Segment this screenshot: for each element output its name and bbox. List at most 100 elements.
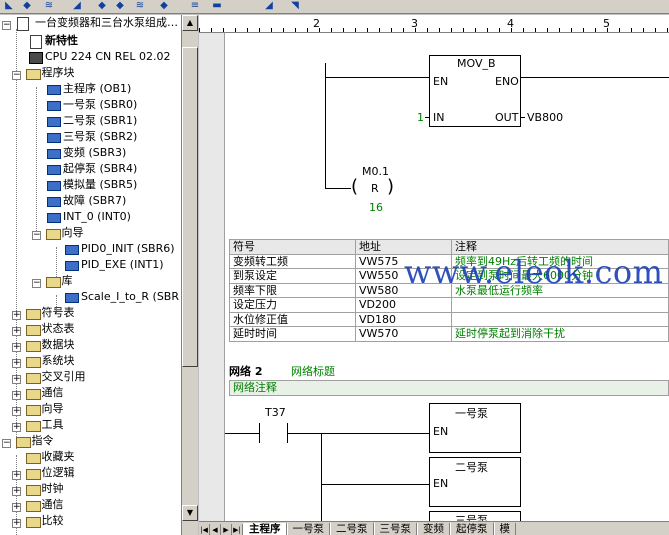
- collapse-icon[interactable]: −: [32, 231, 41, 240]
- network-comment[interactable]: 网络注释: [229, 380, 669, 396]
- toolbar-icon-9[interactable]: ≡: [188, 0, 202, 12]
- ruler-tick: [235, 28, 236, 32]
- in-value[interactable]: 1: [417, 111, 424, 124]
- block-icon: [46, 83, 61, 95]
- tab-main[interactable]: 主程序: [243, 523, 287, 535]
- toolbar-icon-11[interactable]: ◢: [262, 0, 276, 12]
- tab-bar[interactable]: |◀ ◀ ▶ ▶| 主程序 一号泵 二号泵 三号泵 变频 起停泵模: [199, 521, 669, 535]
- collapse-icon[interactable]: −: [2, 439, 11, 448]
- tree-item-inverter[interactable]: 变频 (SBR3): [46, 145, 126, 161]
- tree-item-pump3[interactable]: 三号泵 (SBR2): [46, 129, 137, 145]
- expand-icon[interactable]: +: [12, 407, 21, 416]
- tree-item-symbols[interactable]: + 符号表: [12, 305, 75, 321]
- tree-item-wizard[interactable]: − 向导: [32, 225, 84, 241]
- contact-t37[interactable]: T37: [265, 406, 286, 419]
- scroll-up-icon[interactable]: ▲: [182, 15, 198, 31]
- tab-pump3[interactable]: 三号泵: [373, 523, 417, 535]
- expand-icon[interactable]: +: [12, 487, 21, 496]
- toolbar-icon-7[interactable]: ≋: [133, 0, 147, 12]
- block-icon: [46, 147, 61, 159]
- project-tree[interactable]: − 一台变频器和三台水泵组成… 新特性 CPU 224 CN REL 02.02…: [0, 15, 182, 535]
- toolbar-icon-10[interactable]: ▬: [210, 0, 224, 12]
- coil-address[interactable]: M0.1: [362, 165, 389, 178]
- tree-item-crossref[interactable]: + 交叉引用: [12, 369, 86, 385]
- watermark: www.eleok.com: [404, 253, 664, 291]
- network-2-title[interactable]: 网络标题: [291, 363, 335, 379]
- tree-item-scale[interactable]: Scale_I_to_R (SBR: [64, 289, 179, 305]
- expand-icon[interactable]: +: [12, 391, 21, 400]
- collapse-icon[interactable]: −: [12, 71, 21, 80]
- toolbar-icon-4[interactable]: ◢: [70, 0, 84, 12]
- tree-item-int0[interactable]: INT_0 (INT0): [46, 209, 131, 225]
- tree-item-status[interactable]: + 状态表: [12, 321, 75, 337]
- collapse-icon[interactable]: −: [2, 21, 11, 30]
- tree-item-analog[interactable]: 模拟量 (SBR5): [46, 177, 137, 193]
- tab-analog[interactable]: 模: [493, 523, 516, 535]
- collapse-icon[interactable]: −: [32, 279, 41, 288]
- expand-icon[interactable]: +: [12, 359, 21, 368]
- toolbar-icon-6[interactable]: ◆: [113, 0, 127, 12]
- tree-item-datablock[interactable]: + 数据块: [12, 337, 75, 353]
- expand-icon[interactable]: +: [12, 503, 21, 512]
- tree-item-pid-exe[interactable]: PID_EXE (INT1): [64, 257, 164, 273]
- toolbar-icon-3[interactable]: ≋: [42, 0, 56, 12]
- ruler-tick: [199, 28, 200, 32]
- project-icon: [15, 17, 30, 31]
- left-power-rail: [199, 33, 225, 523]
- tab-inverter[interactable]: 变频: [417, 523, 450, 535]
- block-icon: [46, 99, 61, 111]
- tree-item-clock[interactable]: + 时钟: [12, 481, 64, 497]
- tree-item-program-block[interactable]: − 程序块: [12, 65, 75, 81]
- tree-item-pump1[interactable]: 一号泵 (SBR0): [46, 97, 137, 113]
- tree-scrollbar[interactable]: ▲ ▼: [182, 15, 198, 535]
- tree-item-systemblock[interactable]: + 系统块: [12, 353, 75, 369]
- tab-next-icon[interactable]: ▶: [221, 524, 232, 535]
- expand-icon[interactable]: +: [12, 311, 21, 320]
- tree-item-library[interactable]: − 库: [32, 273, 73, 289]
- tree-item-main[interactable]: 主程序 (OB1): [46, 81, 131, 97]
- toolbar-icon-8[interactable]: ◆: [157, 0, 171, 12]
- toolbar-icon-12[interactable]: ◥: [288, 0, 302, 12]
- ruler-tick: [331, 28, 332, 32]
- tree-item-fault[interactable]: 故障 (SBR7): [46, 193, 126, 209]
- out-value[interactable]: VB800: [527, 111, 563, 124]
- expand-icon[interactable]: +: [12, 471, 21, 480]
- tab-startstop[interactable]: 起停泵: [450, 523, 494, 535]
- toolbar-icon-5[interactable]: ◆: [95, 0, 109, 12]
- scroll-thumb[interactable]: [182, 47, 198, 367]
- expand-icon[interactable]: +: [12, 343, 21, 352]
- toolbar-icon-2[interactable]: ◆: [20, 0, 34, 12]
- expand-icon[interactable]: +: [12, 423, 21, 432]
- coil-count[interactable]: 16: [369, 201, 383, 214]
- tree-item-compare[interactable]: + 比较: [12, 513, 64, 529]
- tree-item-comm2[interactable]: + 通信: [12, 497, 64, 513]
- tree-item-instructions[interactable]: − 指令: [2, 433, 54, 449]
- tab-pump1[interactable]: 一号泵: [286, 523, 330, 535]
- tree-item-bitlogic[interactable]: + 位逻辑: [12, 465, 75, 481]
- tree-item-cpu[interactable]: CPU 224 CN REL 02.02: [28, 49, 170, 65]
- tree-item-tools[interactable]: + 工具: [12, 417, 64, 433]
- tree-item-pid-init[interactable]: PID0_INIT (SBR6): [64, 241, 175, 257]
- tab-first-icon[interactable]: |◀: [199, 524, 210, 535]
- col-header-symbol: 符号: [229, 239, 356, 255]
- tab-last-icon[interactable]: ▶|: [232, 524, 243, 535]
- tree-item-comm[interactable]: + 通信: [12, 385, 64, 401]
- tree-item-startstop[interactable]: 起停泵 (SBR4): [46, 161, 137, 177]
- toolbar-icon-1[interactable]: ◣: [2, 0, 16, 12]
- tab-pump2[interactable]: 二号泵: [330, 523, 374, 535]
- scroll-down-icon[interactable]: ▼: [182, 505, 198, 521]
- expand-icon[interactable]: +: [12, 519, 21, 528]
- tab-prev-icon[interactable]: ◀: [210, 524, 221, 535]
- tree-item-favorites[interactable]: 收藏夹: [12, 449, 75, 465]
- tree-item-pump2[interactable]: 二号泵 (SBR1): [46, 113, 137, 129]
- tree-item-new-features[interactable]: 新特性: [28, 33, 78, 49]
- ruler: 2 3 4 5: [199, 15, 669, 33]
- tree-root[interactable]: − 一台变频器和三台水泵组成…: [2, 15, 178, 31]
- expand-icon[interactable]: +: [12, 375, 21, 384]
- expand-icon[interactable]: +: [12, 327, 21, 336]
- folder-icon: [25, 371, 41, 384]
- ruler-tick: [475, 28, 476, 32]
- tree-item-wizard2[interactable]: + 向导: [12, 401, 64, 417]
- ruler-tick: [619, 28, 620, 32]
- ruler-tick: [535, 28, 536, 32]
